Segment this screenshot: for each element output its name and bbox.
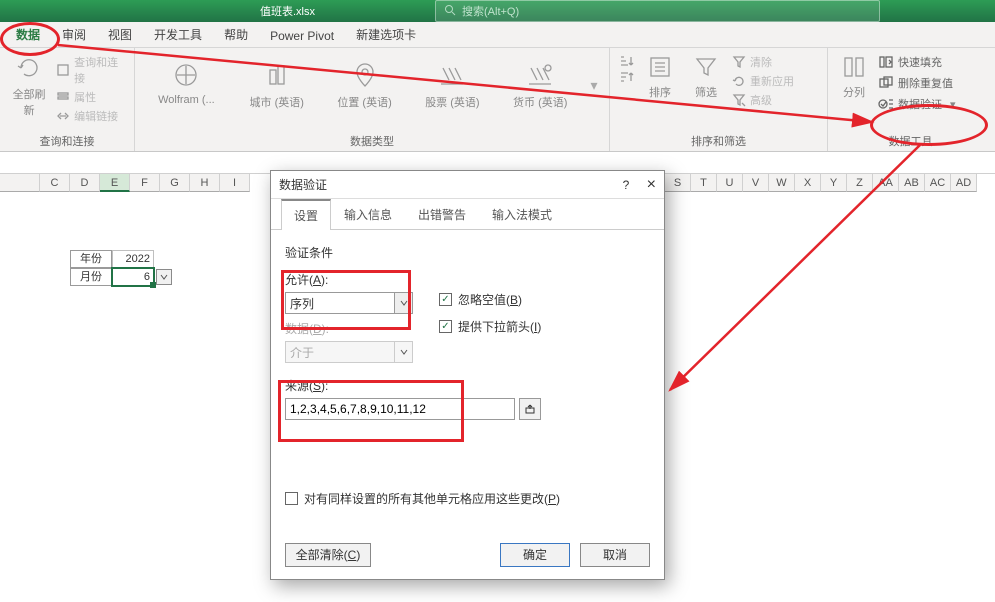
group-label-data-tools: 数据工具	[836, 131, 985, 149]
dialog-tab-error-alert[interactable]: 出错警告	[405, 199, 479, 230]
cell-year-value[interactable]: 2022	[112, 250, 154, 268]
group-label-queries: 查询和连接	[8, 131, 126, 149]
queries-connections-button[interactable]: 查询和连接	[56, 54, 126, 86]
search-box[interactable]: 搜索(Alt+Q)	[435, 0, 880, 22]
app-titlebar: 值班表.xlsx 搜索(Alt+Q)	[0, 0, 995, 22]
advanced-filter-button[interactable]: 高级	[732, 92, 794, 108]
col-header[interactable]: G	[160, 174, 190, 192]
cell-month-label[interactable]: 月份	[70, 268, 112, 286]
source-input[interactable]	[285, 398, 515, 420]
remove-duplicates-button[interactable]: 删除重复值	[878, 75, 956, 91]
col-header[interactable]: I	[220, 174, 250, 192]
cell-year-label[interactable]: 年份	[70, 250, 112, 268]
data-label: 数据(D):	[285, 320, 413, 337]
ribbon-tabs: 数据 审阅 视图 开发工具 帮助 Power Pivot 新建选项卡	[0, 22, 995, 48]
sort-desc-button[interactable]	[618, 70, 634, 84]
dialog-title: 数据验证	[279, 176, 327, 193]
apply-same-checkbox[interactable]	[285, 492, 298, 505]
col-header[interactable]: AB	[899, 174, 925, 192]
col-header[interactable]: T	[691, 174, 717, 192]
dialog-titlebar[interactable]: 数据验证 ? ×	[271, 171, 664, 199]
flash-fill-button[interactable]: 快速填充	[878, 54, 956, 70]
search-icon	[444, 4, 456, 19]
data-combo: 介于	[285, 341, 395, 363]
cell-month-value[interactable]: 6	[112, 268, 154, 286]
allow-combo-dropdown[interactable]	[395, 292, 413, 314]
cell-dropdown-button[interactable]	[156, 269, 172, 285]
text-to-columns-button[interactable]: 分列	[836, 54, 872, 100]
col-header[interactable]: H	[190, 174, 220, 192]
dialog-help-button[interactable]: ?	[623, 178, 630, 192]
city-type-button[interactable]: 城市 (英语)	[239, 60, 314, 110]
col-header[interactable]: F	[130, 174, 160, 192]
data-types-overflow[interactable]: ▾	[591, 77, 598, 94]
dialog-tab-settings[interactable]: 设置	[281, 199, 331, 230]
apply-same-label: 对有同样设置的所有其他单元格应用这些更改(P)	[304, 490, 560, 507]
col-header[interactable]: D	[70, 174, 100, 192]
tab-powerpivot[interactable]: Power Pivot	[268, 25, 336, 47]
group-data-types: Wolfram (... 城市 (英语) 位置 (英语) 股票 (英语) 货币 …	[135, 48, 610, 151]
location-type-button[interactable]: 位置 (英语)	[327, 60, 402, 110]
col-header[interactable]: V	[743, 174, 769, 192]
incell-dropdown-label: 提供下拉箭头(I)	[458, 318, 541, 335]
document-filename: 值班表.xlsx	[260, 3, 315, 19]
tab-newtab[interactable]: 新建选项卡	[354, 22, 418, 47]
col-header[interactable]: AD	[951, 174, 977, 192]
col-header[interactable]: C	[40, 174, 70, 192]
col-header[interactable]: U	[717, 174, 743, 192]
dialog-tab-ime[interactable]: 输入法模式	[479, 199, 565, 230]
col-header[interactable]: Z	[847, 174, 873, 192]
incell-dropdown-checkbox[interactable]: ✓	[439, 320, 452, 333]
ignore-blank-checkbox[interactable]: ✓	[439, 293, 452, 306]
reapply-button[interactable]: 重新应用	[732, 73, 794, 89]
tab-view[interactable]: 视图	[106, 22, 134, 47]
tab-data[interactable]: 数据	[14, 22, 42, 47]
refresh-all-button[interactable]: 全部刷新	[8, 54, 50, 118]
properties-button[interactable]: 属性	[56, 89, 126, 105]
data-validation-button[interactable]: 数据验证▾	[878, 96, 956, 112]
tab-review[interactable]: 审阅	[60, 22, 88, 47]
cancel-button[interactable]: 取消	[580, 543, 650, 567]
allow-combo[interactable]: 序列	[285, 292, 395, 314]
col-header[interactable]: AA	[873, 174, 899, 192]
currency-type-button[interactable]: 货币 (英语)	[503, 60, 578, 110]
col-header[interactable]: Y	[821, 174, 847, 192]
col-header[interactable]: AC	[925, 174, 951, 192]
sort-button[interactable]: 排序	[640, 54, 680, 100]
sort-asc-button[interactable]	[618, 54, 634, 68]
data-combo-dropdown	[395, 341, 413, 363]
group-queries-connections: 全部刷新 查询和连接 属性 编辑链接 查询和连接	[0, 48, 135, 151]
refresh-all-label: 全部刷新	[8, 86, 50, 118]
allow-label: 允许(A):	[285, 271, 413, 288]
dialog-tab-input-msg[interactable]: 输入信息	[331, 199, 405, 230]
col-header[interactable]: W	[769, 174, 795, 192]
dialog-close-button[interactable]: ×	[647, 176, 656, 193]
range-picker-button[interactable]	[519, 398, 541, 420]
col-header[interactable]: X	[795, 174, 821, 192]
ribbon: 全部刷新 查询和连接 属性 编辑链接 查询和连接 Wolfram (... 城市…	[0, 48, 995, 152]
data-validation-dialog: 数据验证 ? × 设置 输入信息 出错警告 输入法模式 验证条件 允许(A): …	[270, 170, 665, 580]
group-sort-filter: 排序 筛选 清除 重新应用 高级 排序和筛选	[610, 48, 828, 151]
dialog-tabs: 设置 输入信息 出错警告 输入法模式	[271, 199, 664, 230]
group-label-sort-filter: 排序和筛选	[618, 131, 819, 149]
col-header[interactable]: S	[665, 174, 691, 192]
ignore-blank-label: 忽略空值(B)	[458, 291, 522, 308]
search-placeholder: 搜索(Alt+Q)	[462, 3, 519, 19]
criteria-heading: 验证条件	[285, 244, 650, 261]
group-label-data-types: 数据类型	[143, 131, 601, 149]
source-label: 来源(S):	[285, 377, 650, 394]
wolfram-type-button[interactable]: Wolfram (...	[146, 60, 226, 106]
stock-type-button[interactable]: 股票 (英语)	[415, 60, 490, 110]
group-data-tools: 分列 快速填充 删除重复值 数据验证▾ 数据工具	[828, 48, 993, 151]
filter-button[interactable]: 筛选	[686, 54, 726, 100]
tab-devtools[interactable]: 开发工具	[152, 22, 204, 47]
col-header[interactable]: E	[100, 174, 130, 192]
clear-filter-button[interactable]: 清除	[732, 54, 794, 70]
select-all-corner[interactable]	[0, 174, 40, 192]
clear-all-button[interactable]: 全部清除(C)	[285, 543, 371, 567]
edit-links-button[interactable]: 编辑链接	[56, 108, 126, 124]
tab-help[interactable]: 帮助	[222, 22, 250, 47]
ok-button[interactable]: 确定	[500, 543, 570, 567]
